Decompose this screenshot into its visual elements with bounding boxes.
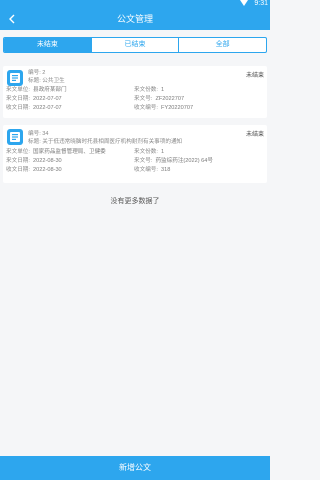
tab-unfinished[interactable]: 未结束: [4, 38, 91, 52]
status-badge: 未结束: [245, 73, 264, 79]
tab-all[interactable]: 全部: [178, 38, 266, 52]
signal-icon: [240, 0, 248, 6]
doc-subject: 标题: 关于低违常晓脑时托县相周医疗机构耐剂有关事项的通知: [28, 139, 183, 145]
filter-tabs: 未结束 已结束 全部: [3, 37, 267, 53]
field-receive-date: 收文日期: 2022-07-07: [6, 105, 62, 111]
list-item[interactable]: 编号: 2 标题: 公共卫生 未结束 来文单位: 县政府某部门 来文份数: 1 …: [3, 66, 267, 118]
document-icon: [7, 129, 23, 145]
document-icon: [7, 70, 23, 86]
field-receive-no: 收文编号: FY20220707: [134, 105, 194, 111]
status-bar: 9:31: [0, 0, 270, 8]
status-time: 9:31: [254, 0, 268, 7]
doc-subject: 标题: 公共卫生: [28, 78, 65, 84]
app-bar: 公文管理: [0, 8, 270, 30]
doc-number: 编号: 2: [28, 70, 46, 76]
no-more-data-note: 没有更多数据了: [110, 198, 160, 205]
status-badge: 未结束: [245, 132, 264, 138]
add-document-button[interactable]: 新增公文: [0, 456, 270, 480]
field-copies: 来文份数: 1: [134, 87, 165, 93]
field-sender-unit: 来文单位: 国家药品监督管理局、卫健委: [6, 149, 106, 155]
field-doc-no: 来文号: 药监综药注(2022) 64号: [134, 158, 213, 164]
list-item[interactable]: 编号: 34 标题: 关于低违常晓脑时托县相周医疗机构耐剂有关事项的通知 未结束…: [3, 125, 267, 183]
page-title: 公文管理: [116, 14, 153, 24]
field-sender-unit: 来文单位: 县政府某部门: [6, 87, 67, 93]
field-receive-date: 收文日期: 2022-08-30: [6, 167, 62, 173]
field-send-date: 来文日期: 2022-08-30: [6, 158, 62, 164]
field-receive-no: 收文编号: 318: [134, 167, 171, 173]
field-send-date: 来文日期: 2022-07-07: [6, 96, 62, 102]
field-copies: 来文份数: 1: [134, 149, 165, 155]
tab-finished[interactable]: 已结束: [90, 38, 179, 52]
field-doc-no: 来文号: ZF2022707: [134, 96, 185, 102]
doc-number: 编号: 34: [28, 131, 49, 137]
